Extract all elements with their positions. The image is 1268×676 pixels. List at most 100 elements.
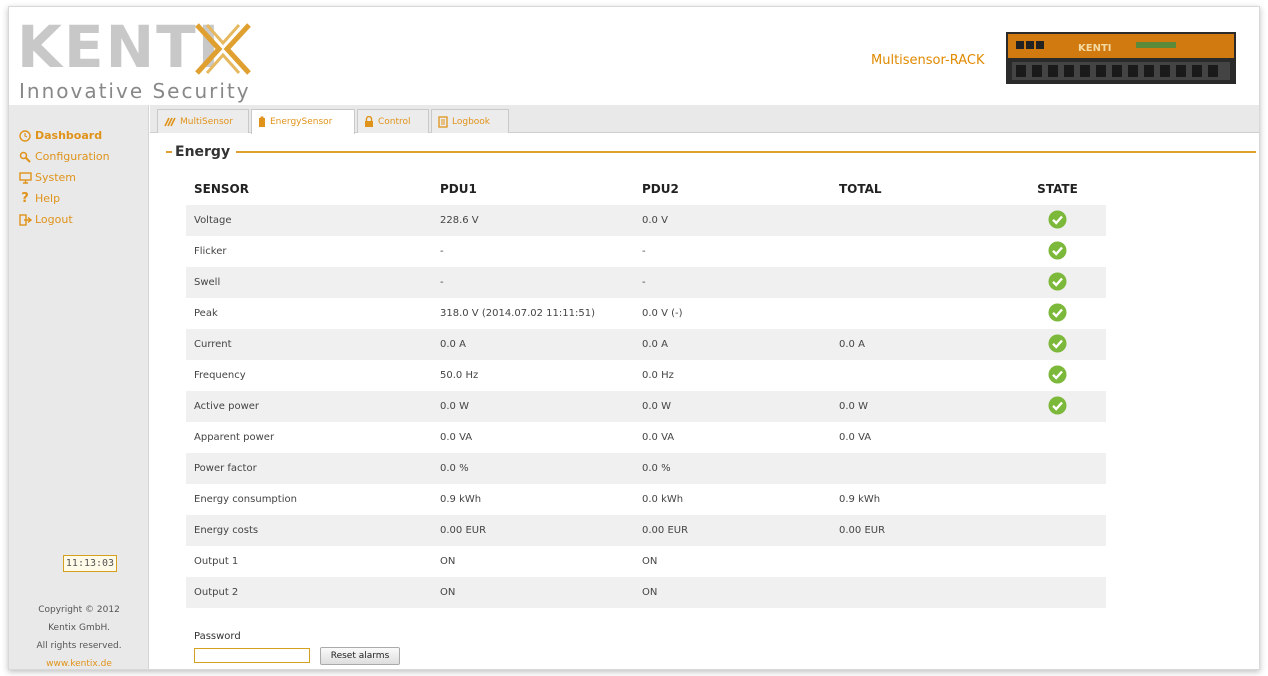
cell-state	[1001, 422, 1106, 453]
help-icon: ?	[21, 191, 29, 206]
cell-pdu1: 0.0 W	[432, 391, 634, 422]
cell-state	[1001, 236, 1106, 267]
copyright-block: Copyright © 2012 Kentix GmbH. All rights…	[9, 601, 149, 669]
cell-sensor: Output 1	[194, 556, 239, 567]
cell-pdu2: 0.0 Hz	[642, 370, 674, 381]
cell-pdu1: -	[432, 267, 634, 298]
rights-line: All rights reserved.	[36, 641, 122, 651]
cell-pdu1: ON	[440, 556, 456, 567]
kentix-logo[interactable]: KENTI Innovative Security	[17, 15, 277, 105]
cell-sensor: Power factor	[186, 453, 432, 484]
app-window: KENTI Innovative Security Multisensor-RA…	[8, 6, 1260, 670]
energy-table: SENSOR PDU1 PDU2 TOTAL STATE Voltage 228.…	[186, 172, 1106, 608]
cell-pdu2: ON	[642, 556, 658, 567]
column-header: PDU1	[440, 181, 477, 196]
table-body: Voltage 228.6 V 0.0 V Flicker - - Swell - - Peak 3…	[186, 205, 1106, 608]
tab-bar: MultiSensor EnergySensor Control Logbook	[150, 105, 1259, 134]
svg-text:KENTI: KENTI	[1078, 43, 1112, 54]
energy-icon	[258, 116, 266, 128]
sidebar-item-help[interactable]: ? Help	[18, 188, 110, 209]
cell-state	[1001, 360, 1106, 391]
tab-logbook[interactable]: Logbook	[431, 109, 509, 133]
cell-pdu1: 0.0 VA	[440, 432, 473, 443]
cell-pdu1: 228.6 V	[432, 205, 634, 236]
clock: 11:13:03	[63, 555, 117, 572]
sidebar-item-label: Configuration	[35, 150, 110, 163]
cell-pdu1: 0.00 EUR	[432, 515, 634, 546]
dashboard-icon	[18, 129, 32, 143]
cell-total	[831, 546, 1001, 577]
sidebar-item-configuration[interactable]: Configuration	[18, 146, 110, 167]
reset-alarms-button[interactable]: Reset alarms	[320, 647, 400, 665]
cell-state	[1001, 329, 1106, 360]
logbook-icon	[438, 115, 448, 128]
sidebar-item-label: Help	[35, 192, 61, 205]
sidebar-item-system[interactable]: System	[18, 167, 110, 188]
cell-total	[831, 577, 1001, 608]
cell-pdu1: -	[440, 246, 444, 257]
cell-sensor: Energy costs	[186, 515, 432, 546]
section-header: Energy	[166, 144, 1256, 160]
ok-check-icon	[1048, 334, 1067, 352]
cell-pdu2: 0.0 VA	[642, 432, 675, 443]
cell-sensor: Peak	[194, 308, 218, 319]
tab-control[interactable]: Control	[357, 109, 429, 133]
password-label: Password	[194, 631, 241, 642]
table-row: Output 1 ON ON	[186, 546, 1106, 577]
configuration-icon	[18, 150, 32, 164]
cell-sensor: Energy consumption	[194, 494, 297, 505]
table-row: Active power 0.0 W 0.0 W 0.0 W	[186, 391, 1106, 422]
main-content: Energy SENSOR PDU1 PDU2 TOTAL STATE Volt…	[150, 134, 1259, 669]
cell-pdu1: 318.0 V (2014.07.02 11:11:51)	[440, 308, 595, 319]
ok-check-icon	[1048, 303, 1067, 321]
cell-sensor: Active power	[186, 391, 432, 422]
cell-state	[1001, 577, 1106, 608]
copyright-line: Copyright © 2012	[38, 605, 120, 615]
sidebar-nav: Dashboard Configuration System ? Help Lo…	[18, 125, 110, 230]
cell-total: 0.0 VA	[839, 432, 872, 443]
cell-sensor: Apparent power	[194, 432, 275, 443]
cell-total: 0.0 W	[831, 391, 1001, 422]
lock-icon	[364, 115, 374, 128]
column-header: SENSOR	[194, 181, 249, 196]
ok-check-icon	[1048, 272, 1067, 290]
rack-device-image: KENTI	[1006, 32, 1236, 84]
column-header: STATE	[1037, 181, 1078, 196]
multisensor-icon	[164, 117, 176, 127]
tab-label: EnergySensor	[270, 117, 333, 127]
cell-total	[831, 360, 1001, 391]
table-row: Output 2 ON ON	[186, 577, 1106, 608]
cell-pdu1: 0.0 %	[432, 453, 634, 484]
sidebar-item-label: System	[35, 171, 77, 184]
password-input[interactable]	[194, 648, 310, 663]
tab-label: Logbook	[452, 116, 491, 127]
tab-multisensor[interactable]: MultiSensor	[157, 109, 249, 133]
section-rule	[236, 151, 1256, 153]
table-row: Apparent power 0.0 VA 0.0 VA 0.0 VA	[186, 422, 1106, 453]
table-row: Energy costs 0.00 EUR 0.00 EUR 0.00 EUR	[186, 515, 1106, 546]
cell-total: 0.00 EUR	[831, 515, 1001, 546]
ok-check-icon	[1048, 241, 1067, 259]
sidebar-item-dashboard[interactable]: Dashboard	[18, 125, 110, 146]
table-header-row: SENSOR PDU1 PDU2 TOTAL STATE	[186, 172, 1106, 205]
website-link[interactable]: www.kentix.de	[9, 655, 149, 669]
table-row: Power factor 0.0 % 0.0 %	[186, 453, 1106, 484]
cell-state	[1001, 546, 1106, 577]
logo-x-mark	[195, 23, 251, 75]
cell-state	[1001, 391, 1106, 422]
cell-pdu1: ON	[432, 577, 634, 608]
cell-pdu1: 0.9 kWh	[440, 494, 482, 505]
section-title: Energy	[175, 144, 231, 160]
cell-sensor: Swell	[186, 267, 432, 298]
table-row: Flicker - -	[186, 236, 1106, 267]
cell-sensor: Output 2	[186, 577, 432, 608]
tab-label: Control	[378, 116, 411, 127]
tab-energysensor[interactable]: EnergySensor	[251, 109, 355, 134]
tab-label: MultiSensor	[180, 116, 233, 127]
cell-state	[1001, 484, 1106, 515]
cell-sensor: Current	[186, 329, 432, 360]
cell-pdu2: -	[642, 246, 646, 257]
sidebar-item-logout[interactable]: Logout	[18, 209, 110, 230]
cell-pdu1: 0.0 A	[432, 329, 634, 360]
ok-check-icon	[1048, 396, 1067, 414]
